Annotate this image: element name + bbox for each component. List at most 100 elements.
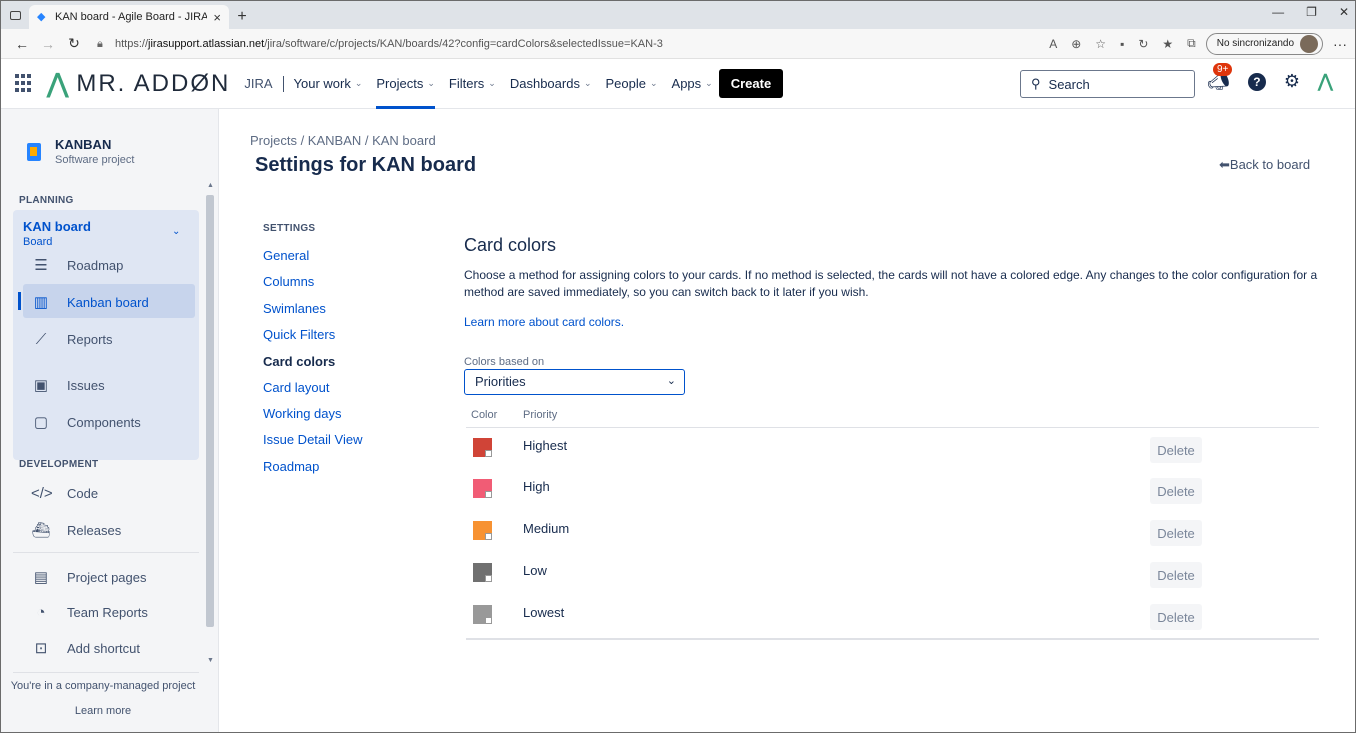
url-path: /jira/software/c/projects/KAN/boards/42?…: [264, 37, 663, 50]
help-icon[interactable]: ?: [1247, 72, 1266, 91]
scroll-up-icon[interactable]: ▲: [207, 182, 214, 189]
colors-based-on-select[interactable]: Priorities ⌄: [464, 369, 685, 395]
menu-item-filters[interactable]: Filters ⌄: [449, 59, 496, 109]
app-switcher-icon[interactable]: [15, 73, 35, 94]
company-managed-note: You're in a company-managed project: [10, 680, 196, 692]
color-swatch-low[interactable]: [473, 563, 492, 582]
menu-item-projects[interactable]: Projects ⌄: [376, 59, 435, 109]
read-aloud-icon[interactable]: A: [1049, 37, 1057, 51]
menu-item-people[interactable]: People ⌄: [606, 59, 658, 109]
sidebar-item-kanban-board[interactable]: ▥ Kanban board: [31, 293, 149, 311]
sidebar-item-releases[interactable]: ⛴ Releases: [31, 521, 121, 539]
color-swatch-high[interactable]: [473, 479, 492, 498]
project-type: Software project: [55, 154, 135, 166]
notifications-icon[interactable]: 📣︎ 9+: [1207, 63, 1233, 92]
learn-card-colors-link[interactable]: Learn more about card colors.: [464, 315, 624, 329]
sidebar-item-project-pages[interactable]: ▤ Project pages: [31, 568, 147, 586]
favorite-star-icon[interactable]: ☆: [1095, 37, 1106, 51]
project-pages-icon: ▤: [33, 569, 49, 586]
section-title: Card colors: [464, 235, 557, 255]
chevron-down-icon[interactable]: ⌄: [172, 226, 180, 237]
close-window-icon[interactable]: ✕: [1339, 5, 1349, 19]
settings-link-swimlanes[interactable]: Swimlanes: [263, 301, 326, 316]
refresh-extension-icon[interactable]: ↻: [1138, 37, 1148, 51]
chevron-down-icon: ⌄: [705, 78, 713, 88]
create-button[interactable]: Create: [718, 69, 784, 98]
breadcrumb[interactable]: Projects / KANBAN / KAN board: [250, 133, 436, 148]
sidebar-item-issues[interactable]: ▣ Issues: [31, 376, 105, 394]
collections-icon[interactable]: ⧉: [1187, 36, 1196, 51]
settings-link-general[interactable]: General: [263, 248, 309, 263]
jira-label: JIRA: [244, 75, 284, 92]
delete-button[interactable]: Delete: [1150, 562, 1202, 588]
menu-item-your-work[interactable]: Your work ⌄: [294, 59, 363, 109]
delete-button[interactable]: Delete: [1150, 478, 1202, 504]
minimize-icon[interactable]: —: [1272, 5, 1284, 19]
zoom-icon[interactable]: ⊕: [1071, 37, 1081, 51]
colors-based-on-label: Colors based on: [464, 356, 545, 368]
settings-link-working-days[interactable]: Working days: [263, 406, 342, 421]
color-swatch-lowest[interactable]: [473, 605, 492, 624]
tab-actions-icon[interactable]: [1, 1, 29, 29]
back-arrow-icon[interactable]: ←: [9, 36, 35, 52]
delete-button[interactable]: Delete: [1150, 437, 1202, 463]
profile-avatar: [1300, 34, 1318, 53]
logo-text[interactable]: MR. ADDØN: [76, 70, 230, 98]
sidebar-item-reports[interactable]: ⟋ Reports: [31, 331, 113, 348]
sidebar-item-code[interactable]: </> Code: [31, 485, 98, 502]
jira-top-nav: ⋀ MR. ADDØN JIRA Your work ⌄ Projects ⌄ Filt…: [1, 59, 1355, 109]
scroll-down-icon[interactable]: ▼: [207, 657, 214, 664]
close-tab-icon[interactable]: ×: [213, 10, 221, 25]
search-input[interactable]: ⚲ Search: [1020, 70, 1195, 98]
settings-link-columns[interactable]: Columns: [263, 274, 314, 289]
sidebar-item-roadmap[interactable]: ☰ Roadmap: [31, 256, 123, 274]
menu-item-label: Dashboards: [509, 76, 580, 91]
gear-icon[interactable]: ⚙: [1284, 71, 1300, 92]
delete-button[interactable]: Delete: [1150, 604, 1202, 630]
board-selector[interactable]: KAN board Board: [23, 219, 91, 248]
forward-arrow-icon[interactable]: →: [35, 36, 61, 52]
restore-icon[interactable]: ❐: [1306, 5, 1317, 19]
releases-icon: ⛴: [31, 522, 51, 539]
menu-item-label: People: [605, 76, 646, 91]
favorites-icon[interactable]: ★: [1162, 37, 1173, 51]
settings-link-quick-filters[interactable]: Quick Filters: [263, 327, 335, 342]
more-menu-icon[interactable]: ···: [1333, 36, 1347, 52]
settings-link-roadmap[interactable]: Roadmap: [263, 459, 319, 474]
back-to-board-link[interactable]: ⬅Back to board: [1219, 157, 1310, 173]
project-header[interactable]: KANBAN Software project: [27, 137, 134, 166]
sidebar-item-components[interactable]: ▢ Components: [31, 413, 141, 431]
menu-item-apps[interactable]: Apps ⌄: [672, 59, 713, 109]
reload-icon[interactable]: ↻: [61, 35, 87, 52]
delete-button[interactable]: Delete: [1150, 520, 1202, 546]
profile-sync-button[interactable]: No sincronizando: [1205, 32, 1323, 55]
priority-name: Highest: [523, 438, 568, 453]
profile-logo-icon[interactable]: ⋀: [1318, 71, 1333, 92]
project-name: KANBAN: [55, 137, 112, 152]
chevron-down-icon: ⌄: [427, 78, 435, 88]
new-tab-icon[interactable]: +: [229, 5, 255, 29]
menu-item-label: Filters: [448, 76, 485, 91]
sidebar-item-team-reports[interactable]: ◔ Team Reports: [31, 604, 148, 621]
menu-item-dashboards[interactable]: Dashboards ⌄: [510, 59, 592, 109]
settings-link-issue-detail-view[interactable]: Issue Detail View: [263, 432, 362, 447]
settings-link-card-layout[interactable]: Card layout: [263, 380, 329, 395]
mr-addon-logo-icon[interactable]: ⋀: [47, 68, 68, 99]
kanban-icon: ▥: [33, 294, 49, 311]
url-field[interactable]: 🔒︎ https://jirasupport.atlassian.net/jir…: [97, 33, 1049, 55]
sidebar-item-label: Team Reports: [67, 605, 148, 620]
project-avatar-icon: [27, 142, 41, 161]
sidebar-item-add-shortcut[interactable]: ⊡ Add shortcut: [31, 639, 140, 657]
main-menu: Your work ⌄ Projects ⌄ Filters ⌄ Dashboards ⌄ Pe…: [294, 59, 713, 109]
extension-icon[interactable]: ▪: [1120, 37, 1124, 51]
color-swatch-highest[interactable]: [473, 438, 492, 457]
tab-title: KAN board - Agile Board - JIRA: [55, 11, 208, 23]
menu-item-label: Your work: [293, 76, 351, 91]
sync-label: No sincronizando: [1216, 38, 1294, 49]
learn-more-link[interactable]: Learn more: [1, 705, 205, 717]
settings-link-card-colors[interactable]: Card colors: [263, 354, 335, 369]
color-swatch-medium[interactable]: [473, 521, 492, 540]
browser-tab[interactable]: ◆ KAN board - Agile Board - JIRA ×: [29, 5, 229, 29]
chevron-down-icon: ⌄: [666, 375, 676, 387]
sidebar-scrollbar[interactable]: [206, 195, 214, 627]
